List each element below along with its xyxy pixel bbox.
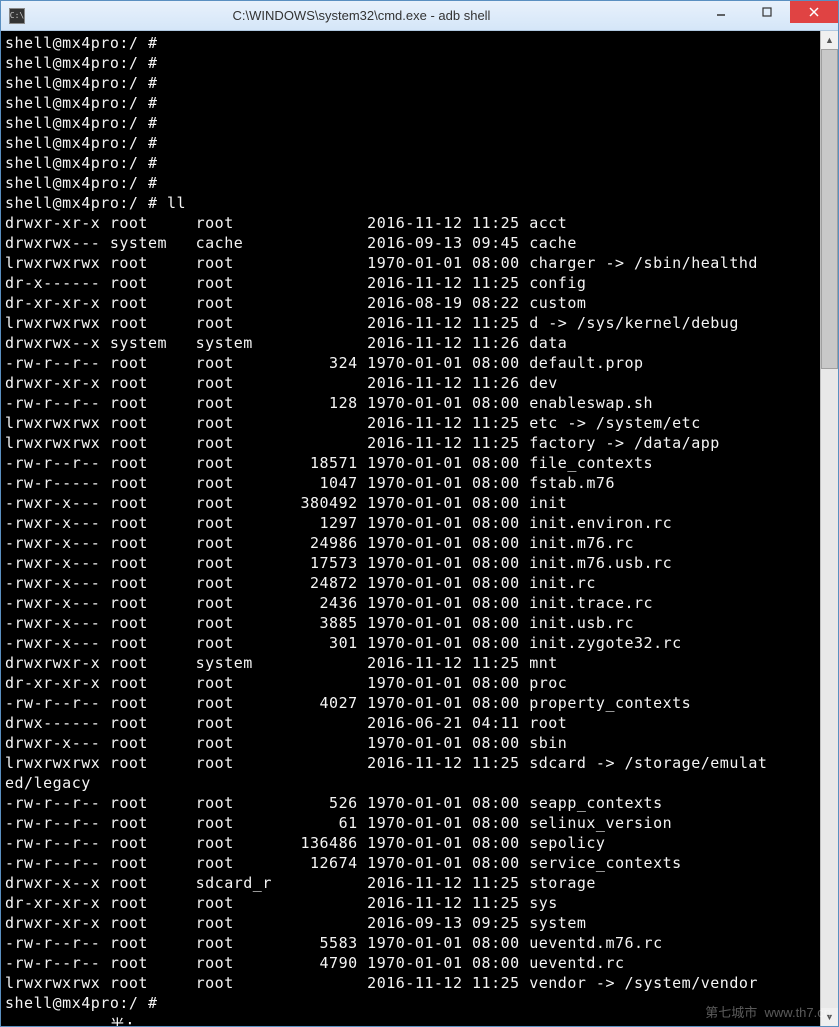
terminal-line: -rwxr-x--- root root 17573 1970-01-01 08… [5, 553, 816, 573]
terminal-line: -rwxr-x--- root root 2436 1970-01-01 08:… [5, 593, 816, 613]
terminal-line: -rw-r--r-- root root 4027 1970-01-01 08:… [5, 693, 816, 713]
terminal-line: -rw-r--r-- root root 61 1970-01-01 08:00… [5, 813, 816, 833]
terminal-line: drwxr-xr-x root root 2016-09-13 09:25 sy… [5, 913, 816, 933]
terminal-line: dr-xr-xr-x root root 1970-01-01 08:00 pr… [5, 673, 816, 693]
terminal-line: shell@mx4pro:/ # [5, 73, 816, 93]
terminal-line: -rw-r----- root root 1047 1970-01-01 08:… [5, 473, 816, 493]
minimize-button[interactable] [698, 1, 744, 23]
terminal-line: lrwxrwxrwx root root 2016-11-12 11:25 fa… [5, 433, 816, 453]
terminal-line: shell@mx4pro:/ # [5, 133, 816, 153]
maximize-icon [761, 6, 773, 18]
terminal-line: lrwxrwxrwx root root 2016-11-12 11:25 d … [5, 313, 816, 333]
scroll-up-button[interactable]: ▲ [821, 31, 838, 49]
terminal-line: shell@mx4pro:/ # [5, 113, 816, 133]
terminal-line: -rwxr-x--- root root 301 1970-01-01 08:0… [5, 633, 816, 653]
close-button[interactable] [790, 1, 838, 23]
terminal-line: dr-xr-xr-x root root 2016-08-19 08:22 cu… [5, 293, 816, 313]
terminal-line: lrwxrwxrwx root root 2016-11-12 11:25 sd… [5, 753, 816, 773]
terminal-line: -rwxr-x--- root root 24872 1970-01-01 08… [5, 573, 816, 593]
terminal-line: dr-xr-xr-x root root 2016-11-12 11:25 sy… [5, 893, 816, 913]
app-icon: C:\ [9, 8, 25, 24]
terminal-line: drwxr-x--x root sdcard_r 2016-11-12 11:2… [5, 873, 816, 893]
terminal-line: -rw-r--r-- root root 136486 1970-01-01 0… [5, 833, 816, 853]
terminal-line: shell@mx4pro:/ # [5, 993, 816, 1013]
terminal-line: lrwxrwxrwx root root 1970-01-01 08:00 ch… [5, 253, 816, 273]
terminal-line: -rw-r--r-- root root 128 1970-01-01 08:0… [5, 393, 816, 413]
scrollbar-track[interactable] [821, 49, 838, 1008]
terminal-line: -rw-r--r-- root root 526 1970-01-01 08:0… [5, 793, 816, 813]
terminal-line: dr-x------ root root 2016-11-12 11:25 co… [5, 273, 816, 293]
terminal-line: shell@mx4pro:/ # [5, 93, 816, 113]
terminal-line: shell@mx4pro:/ # [5, 33, 816, 53]
terminal-line: -rw-r--r-- root root 18571 1970-01-01 08… [5, 453, 816, 473]
terminal-line: ed/legacy [5, 773, 816, 793]
terminal-line: -rwxr-x--- root root 24986 1970-01-01 08… [5, 533, 816, 553]
terminal-line: lrwxrwxrwx root root 2016-11-12 11:25 ve… [5, 973, 816, 993]
scrollbar-thumb[interactable] [821, 49, 838, 369]
terminal-line: -rwxr-x--- root root 1297 1970-01-01 08:… [5, 513, 816, 533]
cmd-window: C:\ C:\WINDOWS\system32\cmd.exe - adb sh… [0, 0, 839, 1027]
terminal-line: -rwxr-x--- root root 3885 1970-01-01 08:… [5, 613, 816, 633]
terminal-output[interactable]: shell@mx4pro:/ #shell@mx4pro:/ #shell@mx… [1, 31, 820, 1026]
terminal-line: shell@mx4pro:/ # ll [5, 193, 816, 213]
minimize-icon [715, 6, 727, 18]
terminal-line: shell@mx4pro:/ # [5, 53, 816, 73]
terminal-line: -rw-r--r-- root root 12674 1970-01-01 08… [5, 853, 816, 873]
vertical-scrollbar[interactable]: ▲ ▼ [820, 31, 838, 1026]
terminal-line: -rw-r--r-- root root 4790 1970-01-01 08:… [5, 953, 816, 973]
scroll-down-button[interactable]: ▼ [821, 1008, 838, 1026]
terminal-line: -rwxr-x--- root root 380492 1970-01-01 0… [5, 493, 816, 513]
terminal-line: drwx------ root root 2016-06-21 04:11 ro… [5, 713, 816, 733]
terminal-line: drwxrwx--x system system 2016-11-12 11:2… [5, 333, 816, 353]
terminal-line: shell@mx4pro:/ # [5, 153, 816, 173]
close-icon [808, 6, 820, 18]
terminal-line: -rw-r--r-- root root 324 1970-01-01 08:0… [5, 353, 816, 373]
terminal-line: drwxr-x--- root root 1970-01-01 08:00 sb… [5, 733, 816, 753]
titlebar[interactable]: C:\ C:\WINDOWS\system32\cmd.exe - adb sh… [1, 1, 838, 31]
ime-input-line[interactable]: 半: [5, 1015, 816, 1026]
terminal-line: drwxrwxr-x root system 2016-11-12 11:25 … [5, 653, 816, 673]
terminal-line: lrwxrwxrwx root root 2016-11-12 11:25 et… [5, 413, 816, 433]
terminal-line: drwxr-xr-x root root 2016-11-12 11:26 de… [5, 373, 816, 393]
terminal-line: drwxrwx--- system cache 2016-09-13 09:45… [5, 233, 816, 253]
window-title: C:\WINDOWS\system32\cmd.exe - adb shell [25, 8, 698, 23]
terminal-line: shell@mx4pro:/ # [5, 173, 816, 193]
maximize-button[interactable] [744, 1, 790, 23]
window-controls [698, 1, 838, 30]
terminal-line: -rw-r--r-- root root 5583 1970-01-01 08:… [5, 933, 816, 953]
terminal-area: shell@mx4pro:/ #shell@mx4pro:/ #shell@mx… [1, 31, 838, 1026]
terminal-line: drwxr-xr-x root root 2016-11-12 11:25 ac… [5, 213, 816, 233]
